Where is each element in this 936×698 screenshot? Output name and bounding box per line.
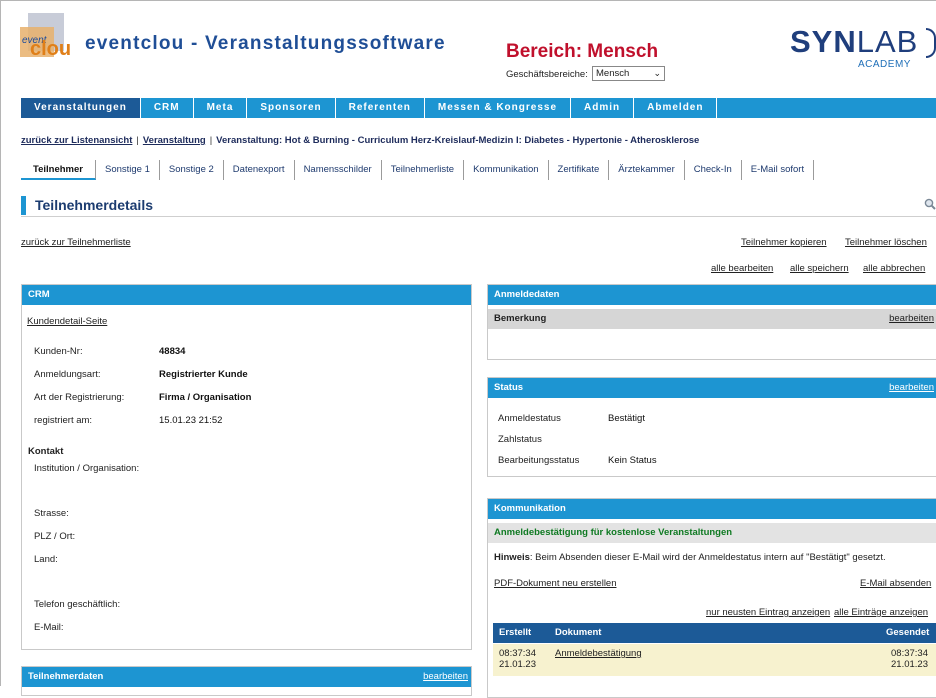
- documents-table-header: Erstellt Dokument Gesendet: [493, 623, 936, 643]
- tab-check-in[interactable]: Check-In: [685, 160, 742, 180]
- show-newest-link[interactable]: nur neusten Eintrag anzeigen: [706, 607, 830, 618]
- breadcrumb: zurück zur Listenansicht | Veranstaltung | V…: [21, 135, 700, 146]
- geschaeftsbereiche-label: Geschäftsbereiche:: [506, 69, 588, 80]
- back-to-list-link[interactable]: zurück zur Teilnehmerliste: [21, 237, 131, 248]
- document-link[interactable]: Anmeldebestätigung: [555, 648, 642, 659]
- tab-sonstige-1[interactable]: Sonstige 1: [96, 160, 160, 180]
- tab-teilnehmerliste[interactable]: Teilnehmerliste: [382, 160, 465, 180]
- business-phone-label: Telefon geschäftlich:: [34, 599, 121, 610]
- remark-bar: Bemerkung bearbeiten: [488, 309, 936, 329]
- status-edit-link[interactable]: bearbeiten: [889, 378, 934, 398]
- nav-admin[interactable]: Admin: [571, 98, 635, 118]
- contact-heading: Kontakt: [28, 446, 64, 457]
- sub-navigation: Teilnehmer Sonstige 1 Sonstige 2 Datenex…: [21, 160, 815, 180]
- country-label: Land:: [34, 554, 58, 565]
- participant-data-panel: Teilnehmerdaten bearbeiten: [21, 666, 472, 696]
- participant-data-header: Teilnehmerdaten bearbeiten: [22, 667, 471, 687]
- app-title: eventclou - Veranstaltungssoftware: [85, 33, 446, 54]
- send-email-link[interactable]: E-Mail absenden: [860, 578, 931, 589]
- pdf-regenerate-link[interactable]: PDF-Dokument neu erstellen: [494, 578, 617, 589]
- communication-panel: Kommunikation Anmeldebestätigung für kos…: [487, 498, 936, 698]
- nav-veranstaltungen[interactable]: Veranstaltungen: [21, 98, 141, 118]
- registration-status-label: Anmeldestatus: [498, 413, 561, 424]
- status-panel-header: Status bearbeiten: [488, 378, 936, 398]
- synlab-logo: SYNLAB: [790, 24, 919, 59]
- cancel-all-link[interactable]: alle abbrechen: [863, 263, 925, 274]
- nav-referenten[interactable]: Referenten: [336, 98, 425, 118]
- edit-all-link[interactable]: alle bearbeiten: [711, 263, 773, 274]
- tab-kommunikation[interactable]: Kommunikation: [464, 160, 549, 180]
- page-title: Teilnehmerdetails: [35, 197, 154, 213]
- created-time: 08:37:34: [499, 648, 536, 659]
- email-label: E-Mail:: [34, 622, 64, 633]
- breadcrumb-veranstaltung-link[interactable]: Veranstaltung: [143, 135, 206, 146]
- created-date: 21.01.23: [499, 659, 536, 670]
- hint-text: Hinweis: Beim Absenden dieser E-Mail wir…: [494, 552, 886, 563]
- status-panel: Status bearbeiten Anmeldestatus Bestätig…: [487, 377, 936, 477]
- nav-meta[interactable]: Meta: [194, 98, 248, 118]
- crm-panel: CRM Kundendetail-Seite Kunden-Nr: 48834 …: [21, 284, 472, 650]
- section-header: Teilnehmerdetails: [21, 195, 936, 217]
- eventclou-logo: event clou: [20, 13, 71, 59]
- delete-participant-link[interactable]: Teilnehmer löschen: [845, 237, 927, 248]
- nav-messen-kongresse[interactable]: Messen & Kongresse: [425, 98, 572, 118]
- registration-data-panel: Anmeldedaten Bemerkung bearbeiten: [487, 284, 936, 360]
- copy-participant-link[interactable]: Teilnehmer kopieren: [741, 237, 827, 248]
- zip-city-label: PLZ / Ort:: [34, 531, 76, 542]
- registration-status-value: Bestätigt: [608, 413, 645, 424]
- processing-status-label: Bearbeitungsstatus: [498, 455, 580, 466]
- show-all-link[interactable]: alle Einträge anzeigen: [834, 607, 928, 618]
- column-sent: Gesendet: [886, 627, 930, 638]
- nav-crm[interactable]: CRM: [141, 98, 194, 118]
- registration-type-label: Anmeldungsart:: [34, 369, 101, 380]
- sent-date: 21.01.23: [891, 659, 928, 670]
- main-navigation: Veranstaltungen CRM Meta Sponsoren Refer…: [21, 98, 936, 118]
- street-label: Strasse:: [34, 508, 69, 519]
- bereich-title: Bereich: Mensch: [506, 41, 659, 62]
- nav-abmelden[interactable]: Abmelden: [634, 98, 718, 118]
- column-document: Dokument: [555, 627, 602, 638]
- registration-kind-label: Art der Registrierung:: [34, 392, 125, 403]
- geschaeftsbereiche-select[interactable]: Mensch ⌄: [592, 66, 665, 81]
- search-icon[interactable]: [924, 198, 936, 210]
- tab-datenexport[interactable]: Datenexport: [224, 160, 295, 180]
- nav-sponsoren[interactable]: Sponsoren: [247, 98, 336, 118]
- institution-label: Institution / Organisation:: [34, 463, 140, 474]
- tab-namensschilder[interactable]: Namensschilder: [295, 160, 382, 180]
- registered-at-value: 15.01.23 21:52: [159, 415, 223, 426]
- registration-data-header: Anmeldedaten: [488, 285, 936, 305]
- tab-sonstige-2[interactable]: Sonstige 2: [160, 160, 224, 180]
- chevron-down-icon: ⌄: [653, 68, 661, 78]
- table-row: 08:37:34 21.01.23 Anmeldebestätigung 08:…: [493, 644, 936, 676]
- tab-teilnehmer[interactable]: Teilnehmer: [21, 160, 96, 180]
- customer-detail-link[interactable]: Kundendetail-Seite: [27, 316, 107, 327]
- column-created: Erstellt: [499, 627, 532, 638]
- tab-aerztekammer[interactable]: Ärztekammer: [609, 160, 685, 180]
- save-all-link[interactable]: alle speichern: [790, 263, 849, 274]
- participant-data-edit-link[interactable]: bearbeiten: [423, 667, 468, 687]
- tab-email-sofort[interactable]: E-Mail sofort: [742, 160, 815, 180]
- communication-panel-header: Kommunikation: [488, 499, 936, 519]
- breadcrumb-back-link[interactable]: zurück zur Listenansicht: [21, 135, 132, 146]
- section-accent-bar: [21, 196, 26, 215]
- confirmation-type-bar: Anmeldebestätigung für kostenlose Verans…: [488, 523, 936, 543]
- remark-edit-link[interactable]: bearbeiten: [889, 309, 934, 329]
- synlab-academy-label: ACADEMY: [858, 59, 911, 70]
- processing-status-value: Kein Status: [608, 455, 657, 466]
- sent-time: 08:37:34: [891, 648, 928, 659]
- registration-type-value: Registrierter Kunde: [159, 369, 248, 380]
- registration-kind-value: Firma / Organisation: [159, 392, 252, 403]
- payment-status-label: Zahlstatus: [498, 434, 542, 445]
- customer-number-value: 48834: [159, 346, 186, 357]
- crm-panel-header: CRM: [22, 285, 471, 305]
- breadcrumb-current: Veranstaltung: Hot & Burning - Curriculu…: [216, 135, 700, 146]
- tab-zertifikate[interactable]: Zertifikate: [549, 160, 610, 180]
- registered-at-label: registriert am:: [34, 415, 93, 426]
- customer-number-label: Kunden-Nr:: [34, 346, 83, 357]
